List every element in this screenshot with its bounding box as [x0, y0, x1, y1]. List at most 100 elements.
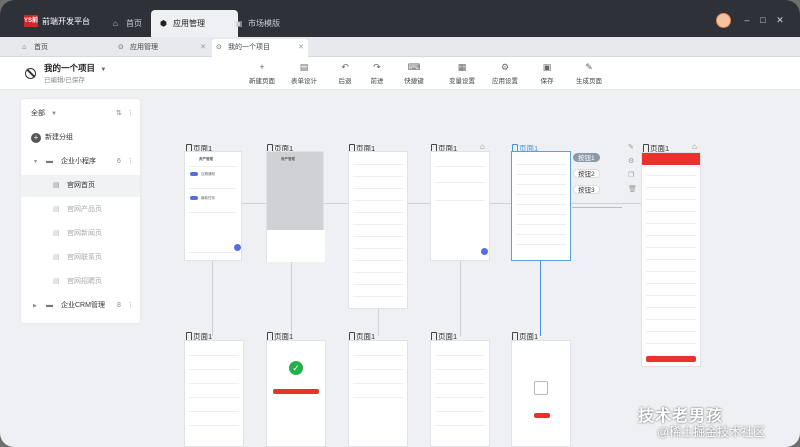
group-item-crm[interactable]: ▶ ▬ 企业CRM管理 8 ⋮ [21, 295, 140, 317]
page-item-products[interactable]: ▤ 官网产品页 [21, 199, 140, 221]
page-name: 官网产品页 [67, 206, 102, 213]
preview-title: 资产管理 [281, 157, 295, 161]
app-window: YS前 前端开发平台 ⌂ 首页 ⬢ 应用管理 ▣ 市场模版 – □ ✕ ⌂ 首页… [0, 0, 800, 447]
maximize-button[interactable]: □ [757, 14, 769, 26]
variable-icon: ▦ [457, 62, 467, 72]
page-item-jobs[interactable]: ▤ 官网招聘页 [21, 271, 140, 293]
page-icon: ▤ [53, 182, 60, 189]
copy-icon[interactable]: ❐ [628, 171, 634, 179]
page-preview[interactable] [430, 340, 490, 447]
toolbar-label: 保存 [540, 78, 554, 85]
group-item-mini-program[interactable]: ▼ ▬ 企业小程序 6 ⋮ [21, 151, 140, 173]
generate-button[interactable]: ✎ 生成页面 [567, 61, 611, 85]
group-name: 企业CRM管理 [61, 302, 105, 309]
page-preview[interactable]: 资产管理 [266, 151, 325, 262]
caret-right-icon: ▶ [33, 303, 37, 309]
folder-icon: ▬ [46, 302, 53, 309]
page-tab-my-project[interactable]: ⊙ 我的一个项目 ✕ [212, 39, 308, 57]
page-preview[interactable]: ✓ [266, 340, 326, 447]
toolbar-label: 生成页面 [576, 78, 602, 85]
save-button[interactable]: ▣ 保存 [525, 61, 569, 85]
new-group-label: 新建分组 [45, 134, 73, 141]
flow-canvas[interactable]: 页面1 页面1 页面1 页面1 ⌂ 页面1 页面1 ⌂ 资产管理 近期通知 最新… [150, 99, 800, 447]
minimize-button[interactable]: – [741, 14, 753, 26]
button-node[interactable]: 按钮3 [573, 185, 600, 194]
connector-line [291, 261, 292, 336]
more-icon[interactable]: ⋮ [127, 103, 134, 125]
save-icon: ▣ [542, 62, 552, 72]
filter-label: 全部 [31, 110, 45, 117]
close-icon[interactable]: ✕ [298, 39, 304, 57]
watermark-subtext: @稀土掘金技术社区 [657, 425, 766, 439]
page-preview[interactable] [348, 151, 408, 309]
sort-icon[interactable]: ⇅ [116, 103, 122, 125]
page-preview-selected[interactable] [511, 151, 571, 261]
home-icon[interactable]: ⌂ [480, 142, 485, 151]
keyboard-button[interactable]: ⌨ 快捷键 [392, 61, 436, 85]
home-icon: ⌂ [22, 44, 27, 51]
project-name[interactable]: 我的一个项目 ▼ [44, 62, 106, 74]
close-button[interactable]: ✕ [774, 14, 786, 26]
home-icon[interactable]: ⌂ [692, 142, 697, 151]
preview-title: 资产管理 [199, 157, 213, 161]
page-preview[interactable] [184, 340, 244, 447]
page-item-news[interactable]: ▤ 官网新闻页 [21, 223, 140, 245]
page-icon: ▤ [53, 254, 60, 261]
page-name: 官网联系页 [67, 254, 102, 261]
avatar[interactable] [716, 13, 731, 28]
settings-button[interactable]: ⚙ 应用设置 [483, 61, 527, 85]
project-icon [25, 68, 36, 79]
page-tab-app-management[interactable]: ⊙ 应用管理 ✕ [114, 39, 210, 57]
edit-icon[interactable]: ✎ [628, 143, 634, 151]
market-icon: ▣ [235, 19, 243, 28]
new-group-button[interactable]: + 新建分组 [21, 127, 140, 149]
group-name: 企业小程序 [61, 158, 96, 165]
filter-dropdown[interactable]: 全部 ▼ ⇅ ⋮ [21, 103, 140, 125]
page-preview[interactable] [348, 340, 408, 447]
toolbar-label: 新建页面 [249, 78, 275, 85]
title-bar: YS前 前端开发平台 ⌂ 首页 ⬢ 应用管理 ▣ 市场模版 – □ ✕ [0, 0, 800, 37]
folder-icon: ▬ [46, 158, 53, 165]
page-name: 官网招聘页 [67, 278, 102, 285]
title-tab-label: 市场模版 [248, 19, 280, 28]
title-tab-market-templates[interactable]: ▣ 市场模版 [226, 10, 288, 37]
connector-line-active [540, 261, 541, 336]
page-icon: ▤ [53, 278, 60, 285]
variable-button[interactable]: ▦ 变量设置 [440, 61, 484, 85]
page-preview[interactable] [430, 151, 490, 261]
project-name-text: 我的一个项目 [44, 63, 96, 73]
page-tab-bar: ⌂ 首页 ⊙ 应用管理 ✕ ⊙ 我的一个项目 ✕ [0, 37, 800, 57]
connector-line [378, 309, 379, 336]
title-tab-label: 首页 [126, 19, 142, 28]
title-tab-app-management[interactable]: ⬢ 应用管理 [151, 10, 238, 37]
button-node[interactable]: 按钮1 [573, 153, 600, 162]
settings-icon: ⚙ [500, 62, 510, 72]
close-icon[interactable]: ✕ [200, 39, 206, 57]
toolbar-label: 快捷键 [404, 78, 424, 85]
app-logo: YS前 [24, 15, 38, 27]
form-icon: ▤ [299, 62, 309, 72]
chevron-down-icon[interactable]: ▼ [100, 67, 106, 73]
plus-button[interactable]: + 新建页面 [240, 61, 284, 85]
connector-line [460, 261, 461, 336]
preview-section: 最新任务 [201, 196, 215, 200]
delete-icon[interactable]: 🗑 [628, 185, 637, 193]
toolbar-label: 变量设置 [449, 78, 475, 85]
chevron-down-icon: ▼ [51, 111, 57, 117]
settings-icon[interactable]: ⚙ [628, 157, 634, 165]
title-tab-home[interactable]: ⌂ 首页 [104, 10, 150, 37]
page-tab-home[interactable]: ⌂ 首页 [18, 39, 68, 57]
page-tab-label: 应用管理 [130, 44, 158, 51]
group-count: 6 [117, 158, 121, 165]
page-item-contact[interactable]: ▤ 官网联系页 [21, 247, 140, 269]
form-button[interactable]: ▤ 表单设计 [282, 61, 326, 85]
app-icon: ⊙ [216, 44, 222, 51]
page-item-home[interactable]: ▤ 官网首页 [21, 175, 140, 197]
button-node[interactable]: 按钮2 [573, 169, 600, 178]
page-preview[interactable]: 资产管理 近期通知 最新任务 [184, 151, 242, 261]
page-icon: ▤ [53, 206, 60, 213]
more-icon[interactable]: ⋮ [127, 151, 134, 173]
page-preview[interactable] [511, 340, 571, 447]
page-preview[interactable] [641, 152, 701, 367]
more-icon[interactable]: ⋮ [127, 295, 134, 317]
